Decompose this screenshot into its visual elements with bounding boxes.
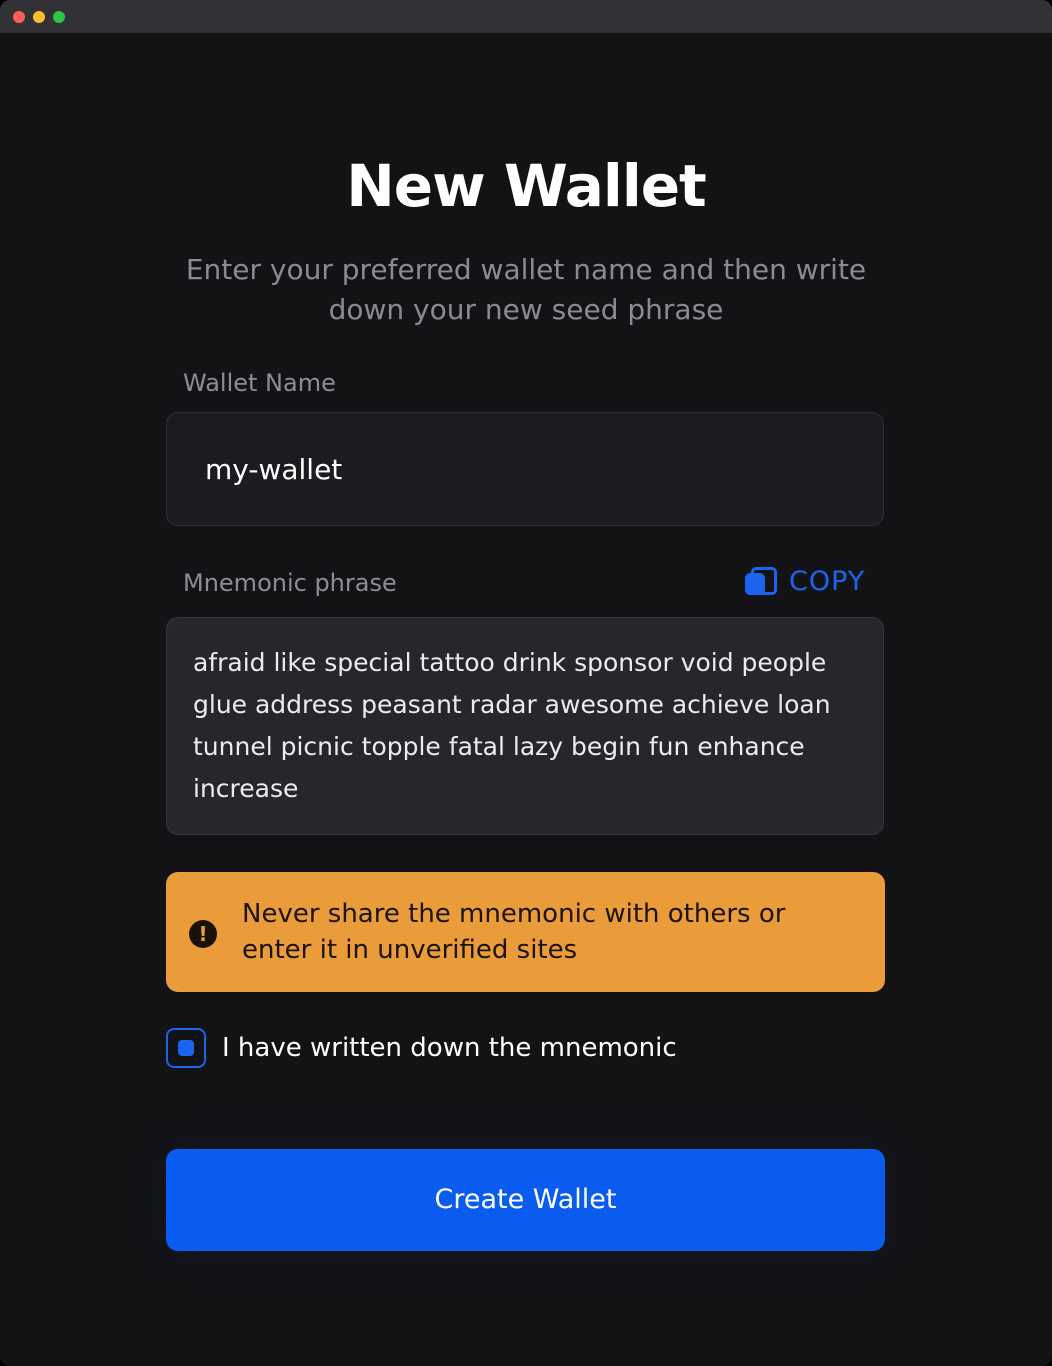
page-title: New Wallet [346,152,707,220]
title-bar [0,0,1052,33]
minimize-window-button[interactable] [33,11,45,23]
confirm-checkbox[interactable] [166,1028,206,1068]
copy-button-label: COPY [789,565,866,597]
mnemonic-phrase-box: afraid like special tattoo drink sponsor… [166,617,884,835]
app-window: New Wallet Enter your preferred wallet n… [0,0,1052,1366]
copy-icon [743,565,777,597]
exclamation-circle-icon: ! [189,920,217,948]
confirm-checkbox-label[interactable]: I have written down the mnemonic [222,1031,677,1065]
copy-button[interactable]: COPY [743,562,865,600]
warning-text: Never share the mnemonic with others or … [242,899,786,965]
create-wallet-button[interactable]: Create Wallet [166,1149,885,1251]
close-window-button[interactable] [13,11,25,23]
wallet-name-label: Wallet Name [183,369,336,397]
mnemonic-label: Mnemonic phrase [183,569,397,597]
page-subtitle: Enter your preferred wallet name and the… [185,253,867,326]
wallet-name-input[interactable] [166,412,884,526]
checkbox-checked-mark [178,1040,194,1056]
warning-banner: ! Never share the mnemonic with others o… [166,872,885,992]
zoom-window-button[interactable] [53,11,65,23]
